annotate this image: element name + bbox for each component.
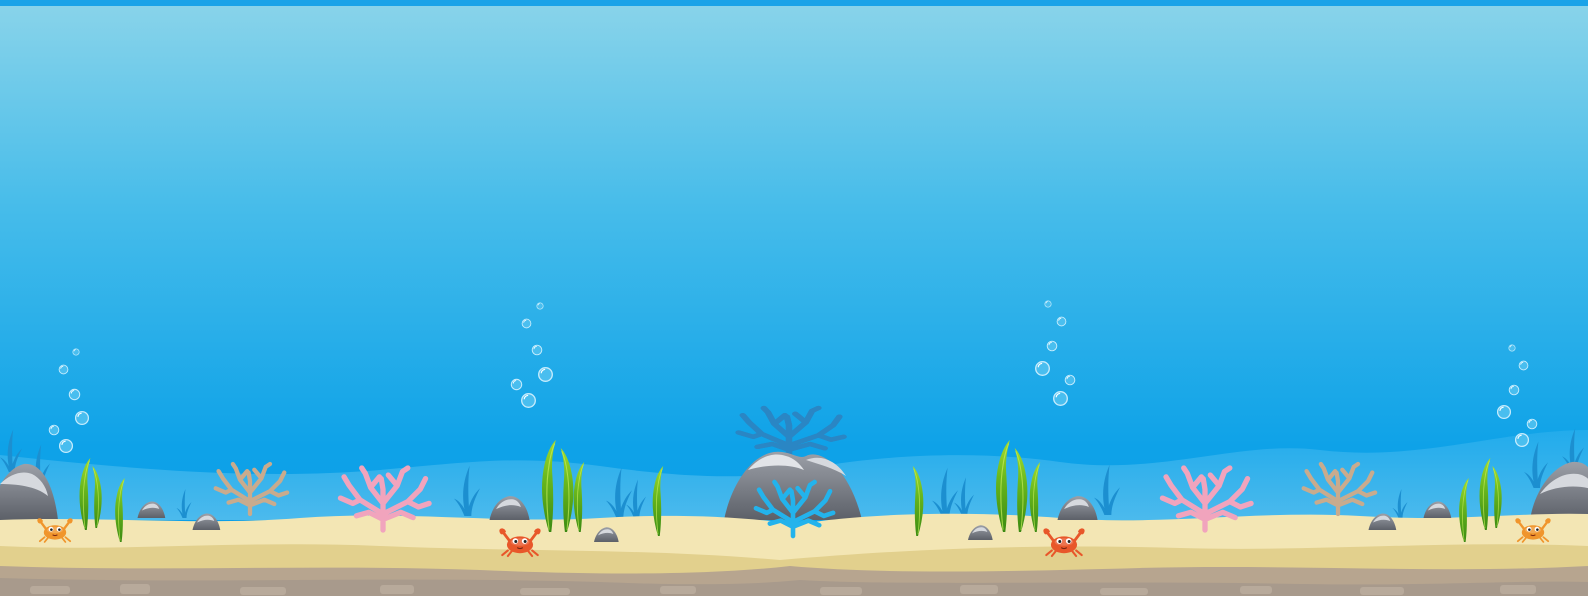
bubble-icon bbox=[72, 348, 80, 356]
bubble-icon bbox=[68, 388, 81, 401]
bubble-icon bbox=[58, 364, 69, 375]
bubble-icon bbox=[1046, 340, 1058, 352]
bubble-icon bbox=[58, 438, 74, 454]
bubble-icon bbox=[536, 302, 544, 310]
bubble-icon bbox=[531, 344, 543, 356]
top-bar bbox=[0, 0, 1588, 6]
bubble-icon bbox=[1508, 384, 1520, 396]
bubble-icon bbox=[538, 367, 553, 382]
scene-canvas bbox=[0, 0, 1588, 596]
bubble-icon bbox=[510, 378, 523, 391]
bubble-icon bbox=[521, 393, 536, 408]
bubble-icon bbox=[1056, 316, 1067, 327]
bubble-icon bbox=[1514, 432, 1530, 448]
bubble-icon bbox=[1496, 404, 1512, 420]
bubble-icon bbox=[1053, 391, 1068, 406]
bubble-icon bbox=[1035, 361, 1050, 376]
bubble-icon bbox=[1526, 418, 1538, 430]
bubble-icon bbox=[1508, 344, 1516, 352]
underwater-scene bbox=[0, 0, 1588, 596]
bubble-icon bbox=[1518, 360, 1529, 371]
bubble-icon bbox=[1044, 300, 1052, 308]
bubble-icon bbox=[521, 318, 532, 329]
bubble-icon bbox=[74, 410, 90, 426]
bubble-icon bbox=[1064, 374, 1076, 386]
bubble-icon bbox=[48, 424, 60, 436]
